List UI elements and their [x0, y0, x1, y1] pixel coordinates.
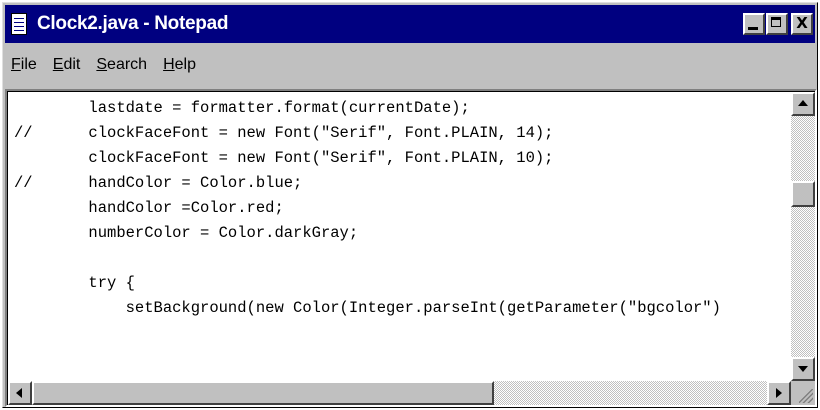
menu-edit[interactable]: Edit [47, 56, 87, 74]
menu-edit-label: dit [63, 56, 81, 73]
menu-help-mnemonic: H [163, 56, 175, 73]
menu-edit-mnemonic: E [52, 56, 64, 73]
notepad-window: Clock2.java - Notepad X File Edit Search… [2, 2, 818, 408]
maximize-button[interactable] [766, 13, 788, 35]
window-controls: X [742, 13, 813, 35]
code-line: // handColor = Color.blue; [14, 174, 303, 192]
code-line: numberColor = Color.darkGray; [14, 224, 359, 242]
arrow-right-icon [776, 388, 782, 398]
code-line: // clockFaceFont = new Font("Serif", Fon… [14, 124, 554, 142]
scroll-up-button[interactable] [791, 92, 815, 116]
menu-search-mnemonic: S [96, 56, 108, 73]
code-line: clockFaceFont = new Font("Serif", Font.P… [14, 149, 554, 167]
arrow-down-icon [798, 366, 808, 372]
horizontal-scroll-thumb[interactable] [32, 381, 494, 405]
code-line: lastdate = formatter.format(currentDate)… [14, 99, 470, 117]
menu-help[interactable]: Help [157, 56, 202, 74]
maximize-icon [771, 17, 781, 27]
resize-grip-icon [799, 389, 813, 403]
editor-inner: lastdate = formatter.format(currentDate)… [7, 91, 815, 405]
close-icon: X [796, 14, 808, 32]
size-grip[interactable] [791, 381, 815, 405]
menu-search[interactable]: Search [90, 56, 153, 74]
arrow-up-icon [798, 100, 808, 106]
code-line: handColor =Color.red; [14, 199, 284, 217]
vertical-scroll-thumb[interactable] [791, 180, 815, 207]
window-title: Clock2.java - Notepad [37, 13, 229, 34]
text-editor[interactable]: lastdate = formatter.format(currentDate)… [8, 92, 791, 381]
minimize-button[interactable] [743, 13, 765, 35]
menu-file[interactable]: File [5, 56, 43, 74]
horizontal-scrollbar[interactable] [8, 381, 791, 405]
notepad-icon[interactable] [11, 13, 27, 35]
minimize-icon [748, 27, 758, 30]
scroll-right-button[interactable] [767, 381, 791, 405]
close-button[interactable]: X [791, 13, 813, 35]
title-bar[interactable]: Clock2.java - Notepad X [5, 5, 815, 43]
editor-frame: lastdate = formatter.format(currentDate)… [5, 89, 817, 407]
menu-bar: File Edit Search Help [5, 45, 815, 85]
arrow-left-icon [16, 388, 22, 398]
scroll-left-button[interactable] [8, 381, 32, 405]
menu-file-label: ile [20, 56, 37, 73]
menu-file-mnemonic: F [11, 56, 21, 73]
code-line: try { [14, 274, 135, 292]
menu-search-label: earch [107, 56, 148, 73]
scroll-down-button[interactable] [791, 357, 815, 381]
code-line: setBackground(new Color(Integer.parseInt… [14, 299, 721, 317]
menu-help-label: elp [174, 56, 196, 73]
vertical-scrollbar[interactable] [791, 92, 815, 381]
